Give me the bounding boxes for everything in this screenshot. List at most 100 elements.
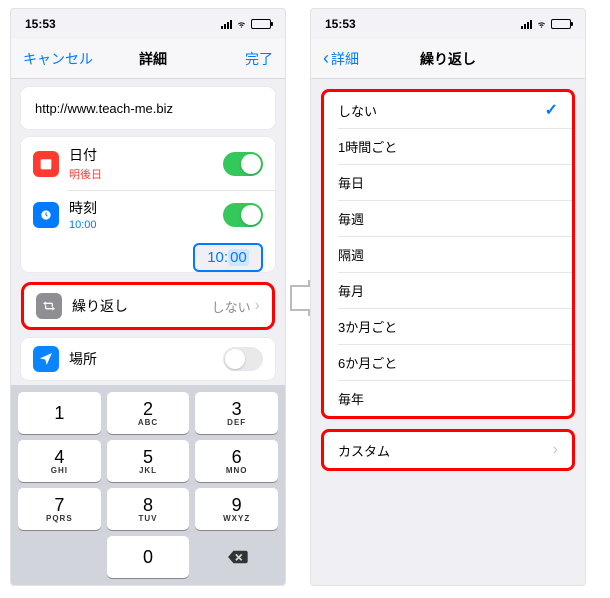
key-number: 8	[143, 496, 153, 514]
key-7[interactable]: 7PQRS	[18, 488, 101, 530]
time-toggle[interactable]	[223, 203, 263, 227]
chevron-right-icon: ›	[255, 297, 260, 315]
status-time: 15:53	[325, 17, 356, 31]
repeat-option[interactable]: 隔週	[324, 236, 572, 272]
repeat-option[interactable]: 3か月ごと	[324, 308, 572, 344]
repeat-option[interactable]: 6か月ごと	[324, 344, 572, 380]
done-button[interactable]: 完了	[213, 49, 273, 69]
repeat-label: 繰り返し	[72, 296, 212, 316]
time-value: 10:00	[69, 219, 223, 231]
key-number: 1	[54, 404, 64, 422]
key-9[interactable]: 9WXYZ	[195, 488, 278, 530]
calendar-icon	[33, 151, 59, 177]
repeat-option[interactable]: しない✓	[324, 92, 572, 128]
content-area: http://www.teach-me.biz 日付 明後日 時刻	[11, 79, 285, 385]
back-button[interactable]: ‹ 詳細	[323, 48, 383, 69]
backspace-icon	[226, 549, 248, 565]
content-area: しない✓1時間ごと毎日毎週隔週毎月3か月ごと6か月ごと毎年 カスタム ›	[311, 79, 585, 585]
time-picker[interactable]: 10:00	[193, 243, 263, 272]
chevron-left-icon: ‹	[323, 48, 329, 69]
location-label: 場所	[69, 349, 223, 369]
clock-icon	[33, 202, 59, 228]
url-field[interactable]: http://www.teach-me.biz	[21, 87, 275, 129]
location-icon	[33, 346, 59, 372]
key-4[interactable]: 4GHI	[18, 440, 101, 482]
key-0[interactable]: 0	[107, 536, 190, 578]
option-label: 毎日	[338, 173, 558, 192]
custom-row[interactable]: カスタム ›	[324, 432, 572, 468]
location-row[interactable]: 場所	[21, 338, 275, 380]
repeat-option[interactable]: 毎日	[324, 164, 572, 200]
key-6[interactable]: 6MNO	[195, 440, 278, 482]
key-1[interactable]: 1	[18, 392, 101, 434]
option-label: 6か月ごと	[338, 353, 558, 372]
cancel-button[interactable]: キャンセル	[23, 49, 93, 69]
key-letters: WXYZ	[223, 514, 250, 523]
battery-icon	[551, 19, 571, 29]
wifi-icon	[535, 19, 548, 29]
key-number: 6	[232, 448, 242, 466]
key-letters: PQRS	[46, 514, 73, 523]
date-row[interactable]: 日付 明後日	[21, 137, 275, 190]
repeat-option[interactable]: 毎週	[324, 200, 572, 236]
repeat-value: しない	[212, 297, 251, 316]
key-letters: ABC	[138, 418, 158, 427]
option-label: しない	[338, 101, 545, 120]
key-3[interactable]: 3DEF	[195, 392, 278, 434]
signal-icon	[221, 20, 232, 29]
time-hh: 10	[207, 249, 224, 266]
repeat-screen: 15:53 ‹ 詳細 繰り返し しない✓1時間ごと毎日毎週隔週毎月3か月ごと6か…	[310, 8, 586, 586]
repeat-option[interactable]: 毎年	[324, 380, 572, 416]
nav-bar: ‹ 詳細 繰り返し	[311, 39, 585, 79]
nav-bar: キャンセル 詳細 完了	[11, 39, 285, 79]
date-value: 明後日	[69, 166, 223, 182]
option-label: 3か月ごと	[338, 317, 558, 336]
option-label: 毎年	[338, 389, 558, 408]
key-number: 5	[143, 448, 153, 466]
repeat-row[interactable]: 繰り返し しない ›	[24, 285, 272, 327]
date-toggle[interactable]	[223, 152, 263, 176]
check-icon: ✓	[545, 100, 558, 120]
key-2[interactable]: 2ABC	[107, 392, 190, 434]
key-letters: GHI	[51, 466, 68, 475]
option-label: 毎週	[338, 209, 558, 228]
time-label: 時刻	[69, 198, 223, 218]
repeat-option[interactable]: 1時間ごと	[324, 128, 572, 164]
status-time: 15:53	[25, 17, 56, 31]
date-label: 日付	[69, 145, 223, 165]
backspace-key[interactable]	[195, 536, 278, 578]
status-bar: 15:53	[311, 9, 585, 39]
key-letters: MNO	[226, 466, 248, 475]
repeat-card: 繰り返し しない ›	[21, 282, 275, 330]
detail-screen: 15:53 キャンセル 詳細 完了 http://www.teach-me.bi…	[10, 8, 286, 586]
wifi-icon	[235, 19, 248, 29]
key-letters: TUV	[139, 514, 158, 523]
signal-icon	[521, 20, 532, 29]
chevron-right-icon: ›	[553, 441, 558, 459]
status-icons	[521, 19, 571, 29]
key-letters: JKL	[139, 466, 157, 475]
location-toggle[interactable]	[223, 347, 263, 371]
key-number: 7	[54, 496, 64, 514]
option-label: 毎月	[338, 281, 558, 300]
repeat-options-list: しない✓1時間ごと毎日毎週隔週毎月3か月ごと6か月ごと毎年	[321, 89, 575, 419]
time-mm: 00	[228, 249, 249, 266]
key-letters: DEF	[227, 418, 246, 427]
key-number: 4	[54, 448, 64, 466]
back-label: 詳細	[331, 49, 359, 69]
key-8[interactable]: 8TUV	[107, 488, 190, 530]
key-number: 3	[232, 400, 242, 418]
key-empty	[18, 536, 101, 578]
repeat-option[interactable]: 毎月	[324, 272, 572, 308]
battery-icon	[251, 19, 271, 29]
key-number: 9	[232, 496, 242, 514]
key-5[interactable]: 5JKL	[107, 440, 190, 482]
custom-label: カスタム	[338, 441, 553, 460]
custom-card: カスタム ›	[321, 429, 575, 471]
location-card: 場所	[21, 338, 275, 380]
url-card: http://www.teach-me.biz	[21, 87, 275, 129]
nav-title: 繰り返し	[420, 49, 476, 69]
time-row[interactable]: 時刻 10:00	[21, 190, 275, 239]
key-number: 2	[143, 400, 153, 418]
status-bar: 15:53	[11, 9, 285, 39]
